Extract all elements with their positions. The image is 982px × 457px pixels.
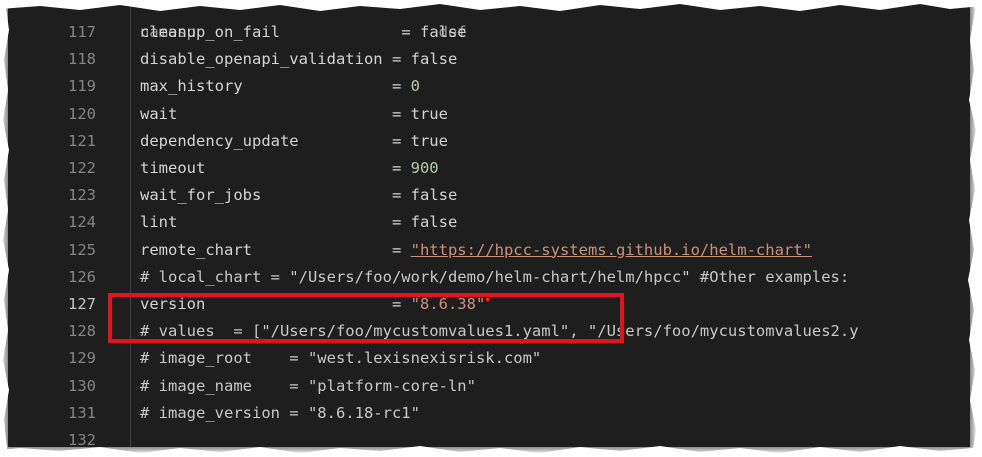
line-number: 119 xyxy=(68,77,96,96)
code-line[interactable]: 131 # image_version = "8.6.18-rc1" xyxy=(8,400,970,427)
code-text: remote_chart = "https://hpcc-systems.git… xyxy=(140,237,812,264)
code-text: max_history = 0 xyxy=(140,73,420,100)
variable-value: false xyxy=(410,213,458,232)
variable-name: wait xyxy=(140,104,178,123)
line-number: 130 xyxy=(68,376,96,395)
assignment-operator: = xyxy=(391,77,411,96)
variable-value: false xyxy=(410,186,458,205)
line-number: 129 xyxy=(68,349,96,368)
code-text: # image_name = "platform-core-ln" xyxy=(140,373,476,400)
comment-text: # image_version = "8.6.18-rc1" xyxy=(140,403,420,422)
code-line[interactable]: 119 max_history = 0 xyxy=(8,73,970,100)
code-line[interactable]: 121 dependency_update = true xyxy=(8,128,970,155)
line-number: 128 xyxy=(68,322,96,341)
variable-value: true xyxy=(410,104,448,123)
variable-name: disable_openapi_validation xyxy=(140,50,383,69)
alignment-padding xyxy=(243,77,392,95)
torn-edge-right xyxy=(968,0,982,457)
code-editor[interactable]: namesp def 117 cleanup_on_fail = false 118… xyxy=(8,4,970,447)
code-text: dependency_update = true xyxy=(140,128,448,155)
alignment-padding xyxy=(252,241,392,259)
code-line[interactable]: 117 cleanup_on_fail = false xyxy=(8,19,970,46)
code-text: # local_chart = "/Users/foo/work/demo/he… xyxy=(140,264,849,291)
code-text: # image_version = "8.6.18-rc1" xyxy=(140,400,420,427)
assignment-operator: = xyxy=(391,213,411,232)
variable-value: false xyxy=(419,23,467,41)
code-text: timeout = 900 xyxy=(140,155,439,182)
code-text: # image_root = "west.lexisnexisrisk.com" xyxy=(140,345,541,372)
variable-name: cleanup_on_fail xyxy=(140,23,280,41)
line-number: 127 xyxy=(68,295,96,313)
assignment-operator: = xyxy=(391,186,411,205)
torn-edge-left xyxy=(0,0,9,457)
line-number: 123 xyxy=(68,186,96,205)
line-number: 125 xyxy=(68,240,96,259)
alignment-padding xyxy=(261,186,392,204)
variable-name: dependency_update xyxy=(140,131,299,150)
variable-name: max_history xyxy=(140,77,243,96)
line-number: 131 xyxy=(68,403,96,422)
assignment-operator: = xyxy=(391,240,411,259)
assignment-operator: = xyxy=(391,50,411,69)
code-text: wait = true xyxy=(140,101,448,128)
variable-name: lint xyxy=(140,213,178,232)
variable-value: true xyxy=(410,131,448,150)
code-text: lint = false xyxy=(140,209,457,236)
code-line[interactable]: 125 remote_chart = "https://hpcc-systems.… xyxy=(8,237,970,264)
torn-edge-top xyxy=(0,0,982,11)
alignment-padding xyxy=(299,132,392,150)
line-number: 122 xyxy=(68,159,96,177)
assignment-operator: = xyxy=(391,104,411,123)
line-number: 124 xyxy=(68,213,96,232)
code-line[interactable]: 124 lint = false xyxy=(8,209,970,236)
line-number: 117 xyxy=(68,23,96,41)
code-text: wait_for_jobs = false xyxy=(140,182,457,209)
code-line[interactable]: 120 wait = true xyxy=(8,101,970,128)
variable-value: false xyxy=(410,50,458,69)
alignment-padding xyxy=(383,50,392,68)
variable-value[interactable]: "https://hpcc-systems.github.io/helm-cha… xyxy=(411,241,812,259)
alignment-padding xyxy=(280,23,401,41)
alignment-padding xyxy=(205,159,392,177)
line-number: 118 xyxy=(68,50,96,69)
comment-text: # local_chart = "/Users/foo/work/demo/he… xyxy=(140,267,850,286)
variable-value: 0 xyxy=(410,77,420,96)
code-text: cleanup_on_fail = false xyxy=(140,19,467,46)
comment-text: # image_root = "west.lexisnexisrisk.com" xyxy=(140,349,542,368)
version-highlight-box xyxy=(108,293,624,343)
code-line[interactable]: 130 # image_name = "platform-core-ln" xyxy=(8,373,970,400)
variable-name: timeout xyxy=(140,159,206,177)
variable-name: remote_chart xyxy=(140,240,252,259)
variable-value: 900 xyxy=(410,159,439,177)
code-line[interactable]: 122 timeout = 900 xyxy=(8,155,970,182)
comment-text: # image_name = "platform-core-ln" xyxy=(140,376,476,395)
assignment-operator: = xyxy=(401,23,420,41)
code-line[interactable]: 129 # image_root = "west.lexisnexisrisk.c… xyxy=(8,345,970,372)
line-number: 126 xyxy=(68,267,96,286)
variable-name: wait_for_jobs xyxy=(140,186,262,205)
code-line[interactable]: 123 wait_for_jobs = false xyxy=(8,182,970,209)
assignment-operator: = xyxy=(391,159,411,177)
code-line[interactable]: 126 # local_chart = "/Users/foo/work/demo… xyxy=(8,264,970,291)
line-number: 121 xyxy=(68,131,96,150)
alignment-padding xyxy=(177,213,392,231)
code-line[interactable]: 118 disable_openapi_validation = false xyxy=(8,46,970,73)
code-text: disable_openapi_validation = false xyxy=(140,46,457,73)
torn-edge-bottom xyxy=(0,446,982,457)
alignment-padding xyxy=(177,105,392,123)
line-number: 120 xyxy=(68,104,96,123)
assignment-operator: = xyxy=(391,131,411,150)
